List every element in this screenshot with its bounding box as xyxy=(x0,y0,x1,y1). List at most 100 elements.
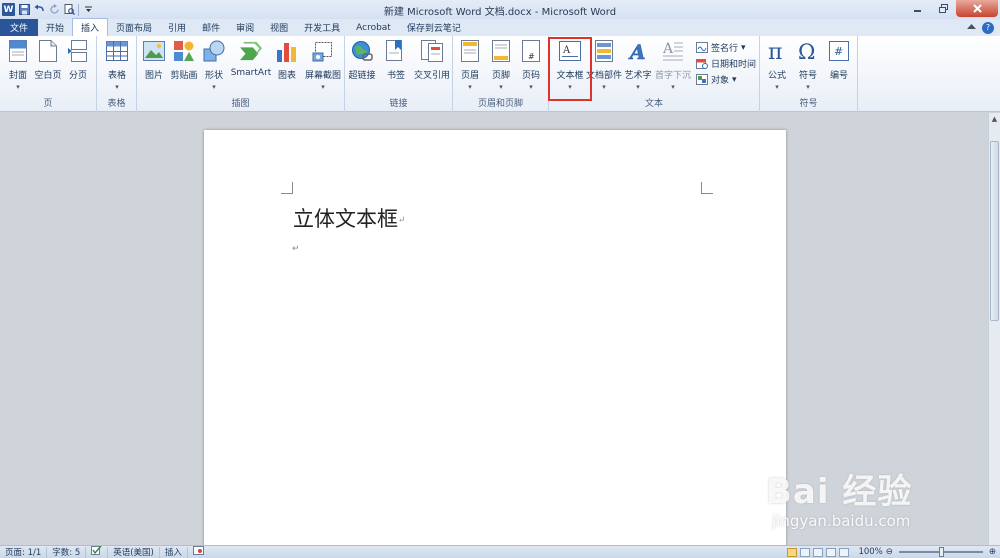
language-status[interactable]: 英语(美国) xyxy=(108,546,160,558)
blank-page-button[interactable]: 空白页 xyxy=(33,39,63,81)
smartart-button[interactable]: SmartArt xyxy=(231,39,271,78)
globe-link-icon xyxy=(351,39,373,63)
group-label-tables: 表格 xyxy=(107,99,126,109)
print-preview-icon[interactable] xyxy=(63,4,75,16)
table-button[interactable]: 表格 ▾ xyxy=(102,39,132,91)
status-bar: 页面: 1/1 字数: 5 英语(美国) 插入 100% ⊖ ⊕ xyxy=(0,545,1000,558)
ribbon-collapse-icon[interactable] xyxy=(967,23,976,33)
bookmark-button[interactable]: 书签 xyxy=(381,39,411,81)
screenshot-icon xyxy=(312,39,334,63)
tab-references[interactable]: 引用 xyxy=(160,19,194,36)
tab-file[interactable]: 文件 xyxy=(0,19,38,36)
help-icon[interactable]: ? xyxy=(982,21,994,34)
pi-icon: π xyxy=(766,39,788,63)
word-count-status[interactable]: 字数: 5 xyxy=(47,546,87,558)
tab-insert[interactable]: 插入 xyxy=(72,18,109,36)
clip-art-button[interactable]: 剪贴画 xyxy=(169,39,199,81)
proofing-status[interactable] xyxy=(86,545,109,558)
restore-button[interactable] xyxy=(930,0,956,17)
signature-line-button[interactable]: 签名行 ▾ xyxy=(696,41,746,54)
scroll-thumb[interactable] xyxy=(990,141,999,321)
omega-icon: Ω xyxy=(797,39,819,63)
ribbon: 封面 ▾ 空白页 分页 页 表格 ▾ 表格 图片 剪贴画 形状 ▾ SmartA… xyxy=(0,36,1000,112)
word-app-icon[interactable]: W xyxy=(2,3,15,16)
group-illustrations: 图片 剪贴画 形状 ▾ SmartArt 图表 屏幕截图 ▾ 插图 xyxy=(137,36,345,112)
customize-qat-icon[interactable] xyxy=(82,4,94,16)
draft-view-button[interactable] xyxy=(839,547,850,557)
page-break-button[interactable]: 分页 xyxy=(63,39,93,81)
margin-corner-top-left xyxy=(281,182,293,194)
outline-view-button[interactable] xyxy=(826,547,837,557)
zoom-in-button[interactable]: ⊕ xyxy=(989,547,996,557)
tab-mailings[interactable]: 邮件 xyxy=(194,19,228,36)
proofing-check-icon xyxy=(91,545,102,558)
svg-text:#: # xyxy=(528,52,535,61)
hyperlink-button[interactable]: 超链接 xyxy=(347,39,377,81)
quick-parts-icon xyxy=(593,39,615,63)
insert-mode-status[interactable]: 插入 xyxy=(160,546,188,558)
full-screen-reading-view-button[interactable] xyxy=(800,547,811,557)
page-break-icon xyxy=(67,39,89,63)
text-box-highlight xyxy=(548,37,592,101)
tab-page-layout[interactable]: 页面布局 xyxy=(108,19,160,36)
scroll-up-arrow[interactable]: ▲ xyxy=(989,113,1000,125)
tab-cloud-notes[interactable]: 保存到云笔记 xyxy=(399,19,469,36)
svg-text:A: A xyxy=(628,40,646,62)
signature-line-icon xyxy=(696,42,708,53)
tab-developer[interactable]: 开发工具 xyxy=(296,19,348,36)
group-label-pages: 页 xyxy=(43,99,53,109)
quick-parts-button[interactable]: 文档部件 ▾ xyxy=(586,39,622,91)
undo-icon[interactable] xyxy=(33,4,45,16)
footer-button[interactable]: 页脚 ▾ xyxy=(486,39,516,91)
web-layout-view-button[interactable] xyxy=(813,547,824,557)
picture-icon xyxy=(143,39,165,63)
numbering-button[interactable]: # 编号 xyxy=(824,39,854,81)
object-button[interactable]: 对象 ▾ xyxy=(696,73,737,86)
tab-acrobat[interactable]: Acrobat xyxy=(348,19,399,36)
zoom-out-button[interactable]: ⊖ xyxy=(886,547,893,557)
equation-button[interactable]: π 公式 ▾ xyxy=(762,39,792,91)
page-count-status[interactable]: 页面: 1/1 xyxy=(0,546,48,558)
table-icon xyxy=(106,39,128,63)
symbol-button[interactable]: Ω 符号 ▾ xyxy=(793,39,823,91)
shapes-button[interactable]: 形状 ▾ xyxy=(199,39,229,91)
bookmark-icon xyxy=(385,39,407,63)
picture-button[interactable]: 图片 xyxy=(139,39,169,81)
qat-separator xyxy=(78,3,79,16)
group-links: 超链接 书签 交叉引用 链接 xyxy=(345,36,453,112)
tab-home[interactable]: 开始 xyxy=(38,19,72,36)
cover-page-button[interactable]: 封面 ▾ xyxy=(3,39,33,91)
document-text[interactable]: 立体文本框↵ xyxy=(293,203,406,233)
drop-cap-button[interactable]: A 首字下沉 ▾ xyxy=(655,39,691,91)
document-page[interactable]: 立体文本框↵ ↵ xyxy=(204,130,786,545)
svg-text:A: A xyxy=(662,41,674,57)
wordart-button[interactable]: A 艺术字 ▾ xyxy=(621,39,655,91)
group-pages: 封面 ▾ 空白页 分页 页 xyxy=(0,36,97,112)
chart-icon xyxy=(276,39,298,63)
svg-text:#: # xyxy=(834,45,843,58)
zoom-slider-knob[interactable] xyxy=(938,547,944,557)
cover-page-icon xyxy=(7,39,29,63)
save-icon[interactable] xyxy=(18,4,30,16)
screenshot-button[interactable]: 屏幕截图 ▾ xyxy=(305,39,341,91)
tab-view[interactable]: 视图 xyxy=(262,19,296,36)
ribbon-tabs: 文件 开始 插入 页面布局 引用 邮件 审阅 视图 开发工具 Acrobat 保… xyxy=(0,18,1000,36)
header-button[interactable]: 页眉 ▾ xyxy=(455,39,485,91)
chart-button[interactable]: 图表 xyxy=(272,39,302,81)
group-label-symbols: 符号 xyxy=(799,99,818,109)
zoom-level[interactable]: 100% xyxy=(858,547,882,557)
zoom-slider[interactable] xyxy=(898,547,983,557)
vertical-scrollbar[interactable]: ▲ xyxy=(988,113,1000,545)
date-time-button[interactable]: 日期和时间 xyxy=(696,57,756,70)
document-workspace[interactable]: 立体文本框↵ ↵ xyxy=(0,113,988,545)
svg-text:Ω: Ω xyxy=(798,40,815,62)
tab-review[interactable]: 审阅 xyxy=(228,19,262,36)
macro-record-status[interactable] xyxy=(188,546,209,558)
redo-icon[interactable] xyxy=(48,4,60,16)
print-layout-view-button[interactable] xyxy=(787,547,798,557)
cross-reference-button[interactable]: 交叉引用 xyxy=(413,39,451,81)
minimize-button[interactable] xyxy=(904,0,930,17)
close-button[interactable] xyxy=(956,0,998,17)
page-number-button[interactable]: # 页码 ▾ xyxy=(516,39,546,91)
status-bar-right: 100% ⊖ ⊕ xyxy=(787,547,1000,557)
